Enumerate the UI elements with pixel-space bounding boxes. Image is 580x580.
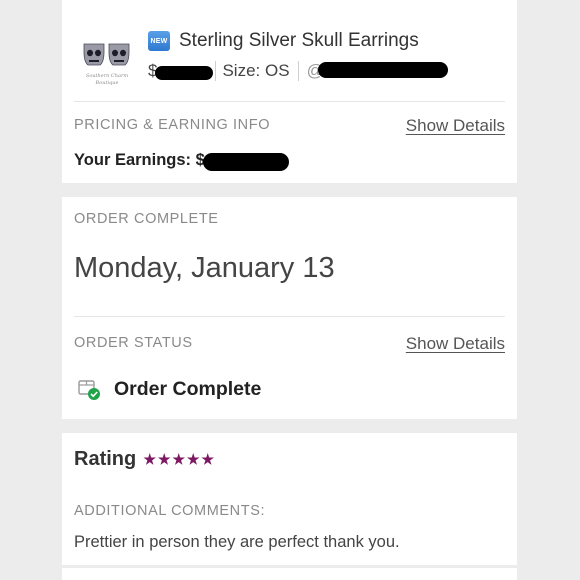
package-check-icon [78, 379, 100, 400]
star-icon [186, 453, 200, 465]
additional-comments-label: ADDITIONAL COMMENTS: [74, 503, 266, 519]
order-card: ORDER COMPLETE Monday, January 13 ORDER … [62, 197, 517, 419]
rating-label: Rating [74, 448, 137, 470]
order-status-label: ORDER STATUS [74, 335, 193, 351]
pricing-section-label: PRICING & EARNING INFO [74, 117, 271, 133]
item-card: Southern Charm Boutique NEW Sterling Sil… [62, 0, 517, 183]
order-status-show-details-link[interactable]: Show Details [406, 334, 505, 354]
pricing-show-details-link[interactable]: Show Details [406, 116, 505, 136]
divider [74, 101, 505, 102]
star-icon [143, 453, 156, 465]
star-icon [201, 453, 214, 465]
skull-earrings-image: Southern Charm Boutique [83, 43, 130, 86]
meta-divider [297, 61, 299, 81]
item-thumbnail[interactable]: Southern Charm Boutique [80, 40, 134, 90]
meta-divider [215, 61, 217, 81]
order-status-row: Order Complete [78, 378, 261, 401]
item-title-row[interactable]: NEW Sterling Silver Skull Earrings [148, 28, 419, 54]
svg-text:Boutique: Boutique [95, 80, 119, 86]
order-status-text: Order Complete [114, 378, 262, 400]
rating-comment: Prettier in person they are perfect than… [74, 533, 400, 551]
star-icon [172, 453, 185, 465]
rating-stars [143, 453, 216, 466]
redacted-price [155, 66, 214, 80]
earnings-row: Your Earnings: $ [74, 149, 289, 171]
item-title[interactable]: Sterling Silver Skull Earrings [179, 30, 419, 52]
rating-row: Rating [74, 448, 216, 471]
item-meta-row: $ Size: OS @ [148, 60, 448, 82]
order-complete-label: ORDER COMPLETE [74, 211, 219, 227]
order-date: Monday, January 13 [74, 252, 335, 284]
earnings-label: Your Earnings: $ [74, 150, 205, 169]
star-icon [157, 453, 171, 465]
svg-text:Southern Charm: Southern Charm [86, 73, 128, 79]
rating-card: Rating ADDITIONAL COMMENTS: Prettier in … [62, 433, 517, 565]
redacted-seller [317, 62, 448, 78]
next-card-edge [62, 568, 517, 580]
redacted-earnings [202, 153, 289, 171]
size-label: Size: OS [222, 61, 290, 80]
divider [74, 316, 505, 317]
new-badge: NEW [148, 31, 170, 51]
